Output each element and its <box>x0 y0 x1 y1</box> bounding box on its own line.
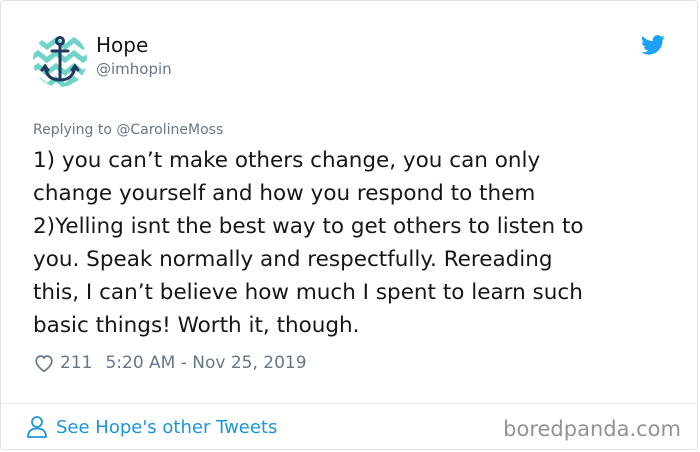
tweet-text: 1) you can’t make others change, you can… <box>33 148 584 338</box>
tweet-meta: 211 5:20 AM - Nov 25, 2019 <box>33 352 307 374</box>
author-handle[interactable]: @imhopin <box>96 60 172 78</box>
person-icon <box>27 416 47 438</box>
avatar[interactable] <box>33 33 87 87</box>
twitter-bird-icon[interactable] <box>641 35 665 55</box>
replying-to: Replying to @CarolineMoss <box>33 122 224 138</box>
tweet-card: Hope @imhopin Replying to @CarolineMoss … <box>0 0 698 450</box>
tweet-timestamp[interactable]: 5:20 AM - Nov 25, 2019 <box>105 353 306 373</box>
anchor-avatar-icon <box>33 33 87 87</box>
watermark: boredpanda.com <box>503 417 681 441</box>
like-count[interactable]: 211 <box>60 353 92 373</box>
see-other-tweets-link[interactable]: See Hope's other Tweets <box>26 415 277 439</box>
divider <box>1 403 697 404</box>
see-other-tweets-label[interactable]: See Hope's other Tweets <box>56 417 277 438</box>
author-name[interactable]: Hope <box>96 33 148 57</box>
heart-icon[interactable] <box>33 352 55 374</box>
